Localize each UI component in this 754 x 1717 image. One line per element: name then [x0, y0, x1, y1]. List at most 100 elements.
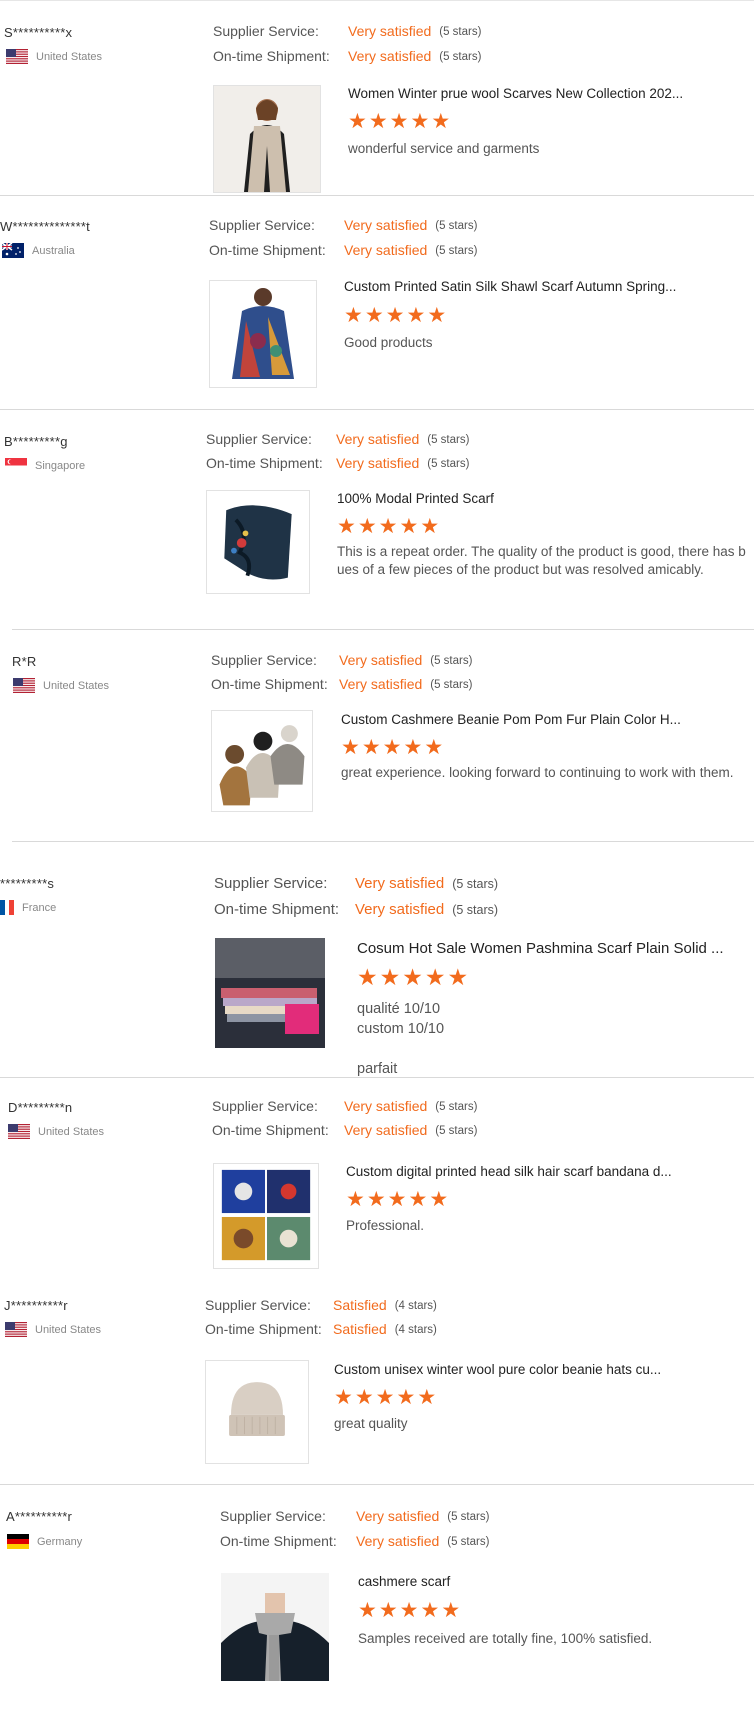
- supplier-service-stars: (5 stars): [452, 877, 499, 891]
- supplier-service-value: Very satisfied: [344, 217, 428, 233]
- supplier-service-label: Supplier Service:: [214, 875, 328, 892]
- country-label: United States: [35, 1323, 102, 1336]
- ontime-shipment-label: On-time Shipment:: [211, 676, 328, 692]
- fr-flag-icon: [0, 900, 14, 915]
- ontime-shipment-value: Satisfied: [333, 1321, 387, 1337]
- supplier-service-label: Supplier Service:: [213, 23, 319, 39]
- supplier-service-stars: (5 stars): [430, 655, 473, 667]
- ontime-shipment-label: On-time Shipment:: [212, 1122, 329, 1138]
- ontime-shipment-stars: (4 stars): [394, 1324, 437, 1336]
- supplier-service-stars: (5 stars): [439, 26, 482, 38]
- star-icon: ★: [431, 110, 451, 133]
- us-flag-icon: [8, 1124, 30, 1139]
- star-icon: ★: [385, 304, 405, 327]
- supplier-service-label: Supplier Service:: [206, 431, 312, 447]
- reviewer-country: Australia: [2, 243, 75, 258]
- star-icon: ★: [344, 304, 363, 327]
- star-icon: ★: [382, 736, 402, 759]
- product-title[interactable]: 100% Modal Printed Scarf: [337, 491, 494, 506]
- product-rating-stars: ★ ★ ★ ★ ★: [357, 964, 468, 990]
- reviewer-country: Germany: [7, 1534, 82, 1549]
- review-comment: Good products: [344, 335, 433, 350]
- ontime-shipment-stars: (5 stars): [447, 1536, 490, 1548]
- ontime-shipment-rating: On-time Shipment: Satisfied (4 stars): [205, 1321, 437, 1339]
- product-rating-stars: ★ ★ ★ ★ ★: [334, 1387, 436, 1408]
- star-icon: ★: [337, 515, 356, 538]
- reviewer-country: United States: [13, 678, 109, 693]
- product-title[interactable]: Custom Printed Satin Silk Shawl Scarf Au…: [344, 279, 676, 294]
- supplier-service-value: Very satisfied: [336, 431, 420, 447]
- country-label: Germany: [37, 1535, 83, 1548]
- star-icon: ★: [424, 964, 446, 990]
- product-title[interactable]: Cosum Hot Sale Women Pashmina Scarf Plai…: [357, 940, 724, 957]
- review-comment: wonderful service and garments: [348, 141, 540, 156]
- product-thumbnail[interactable]: [206, 490, 310, 594]
- product-rating-stars: ★ ★ ★ ★ ★: [337, 516, 439, 537]
- supplier-service-label: Supplier Service:: [212, 1098, 318, 1114]
- ontime-shipment-label: On-time Shipment:: [205, 1321, 322, 1337]
- product-thumbnail[interactable]: [205, 1360, 309, 1464]
- au-flag-icon: [2, 243, 24, 258]
- supplier-service-stars: (5 stars): [435, 220, 478, 232]
- ontime-shipment-value: Very satisfied: [355, 901, 445, 918]
- product-thumbnail[interactable]: [211, 710, 313, 812]
- reviewer-country: United States: [5, 1322, 101, 1337]
- ontime-shipment-rating: On-time Shipment: Very satisfied (5 star…: [211, 676, 472, 694]
- reviewer-country: France: [0, 900, 56, 915]
- star-icon: ★: [402, 964, 423, 990]
- us-flag-icon: [5, 1322, 27, 1337]
- product-rating-stars: ★ ★ ★ ★ ★: [341, 737, 443, 758]
- star-icon: ★: [427, 304, 447, 327]
- star-icon: ★: [375, 1386, 395, 1409]
- product-rating-stars: ★ ★ ★ ★ ★: [344, 305, 446, 326]
- ontime-shipment-stars: (5 stars): [439, 51, 482, 63]
- star-icon: ★: [399, 1599, 419, 1622]
- reviewer-country: United States: [8, 1124, 104, 1139]
- star-icon: ★: [361, 736, 381, 759]
- star-icon: ★: [348, 110, 367, 133]
- product-thumbnail[interactable]: [213, 85, 321, 193]
- ontime-shipment-rating: On-time Shipment: Very satisfied (5 star…: [214, 901, 498, 919]
- product-title[interactable]: Custom digital printed head silk hair sc…: [346, 1164, 672, 1179]
- star-icon: ★: [354, 1386, 374, 1409]
- supplier-service-label: Supplier Service:: [209, 217, 315, 233]
- product-title[interactable]: Women Winter prue wool Scarves New Colle…: [348, 86, 683, 101]
- ontime-shipment-stars: (5 stars): [427, 458, 470, 470]
- ontime-shipment-stars: (5 stars): [452, 903, 499, 917]
- star-icon: ★: [334, 1386, 353, 1409]
- product-title[interactable]: Custom unisex winter wool pure color bea…: [334, 1362, 661, 1377]
- product-thumbnail[interactable]: [221, 1573, 329, 1681]
- supplier-service-stars: (5 stars): [447, 1511, 490, 1523]
- de-flag-icon: [7, 1534, 29, 1549]
- star-icon: ★: [368, 110, 388, 133]
- ontime-shipment-rating: On-time Shipment: Very satisfied (5 star…: [206, 455, 469, 473]
- product-rating-stars: ★ ★ ★ ★ ★: [346, 1189, 448, 1210]
- reviewer-name: B*********g: [4, 434, 68, 449]
- star-icon: ★: [364, 304, 384, 327]
- product-title[interactable]: cashmere scarf: [358, 1574, 450, 1589]
- review-card: A**********r Germany Supplier Service: V…: [0, 1484, 754, 1717]
- supplier-service-value: Very satisfied: [344, 1098, 428, 1114]
- product-thumbnail[interactable]: [215, 938, 325, 1048]
- star-icon: ★: [410, 110, 430, 133]
- reviewer-name: R*R: [12, 654, 37, 669]
- reviewer-name: W**************t: [0, 219, 90, 234]
- product-thumbnail[interactable]: [213, 1163, 319, 1269]
- country-label: Singapore: [35, 459, 86, 472]
- supplier-service-value: Satisfied: [333, 1297, 387, 1313]
- supplier-service-rating: Supplier Service: Very satisfied (5 star…: [211, 652, 472, 670]
- country-label: Australia: [32, 244, 75, 257]
- star-icon: ★: [429, 1188, 449, 1211]
- ontime-shipment-label: On-time Shipment:: [209, 242, 326, 258]
- country-label: United States: [38, 1125, 105, 1138]
- reviewer-country: United States: [6, 49, 102, 64]
- star-icon: ★: [417, 1386, 437, 1409]
- product-thumbnail[interactable]: [209, 280, 317, 388]
- reviewer-name: S**********x: [4, 25, 73, 40]
- star-icon: ★: [379, 964, 401, 990]
- supplier-service-rating: Supplier Service: Very satisfied (5 star…: [206, 431, 469, 449]
- supplier-service-label: Supplier Service:: [220, 1508, 326, 1524]
- product-title[interactable]: Custom Cashmere Beanie Pom Pom Fur Plain…: [341, 712, 681, 727]
- product-rating-stars: ★ ★ ★ ★ ★: [348, 111, 450, 132]
- supplier-service-value: Very satisfied: [339, 652, 423, 668]
